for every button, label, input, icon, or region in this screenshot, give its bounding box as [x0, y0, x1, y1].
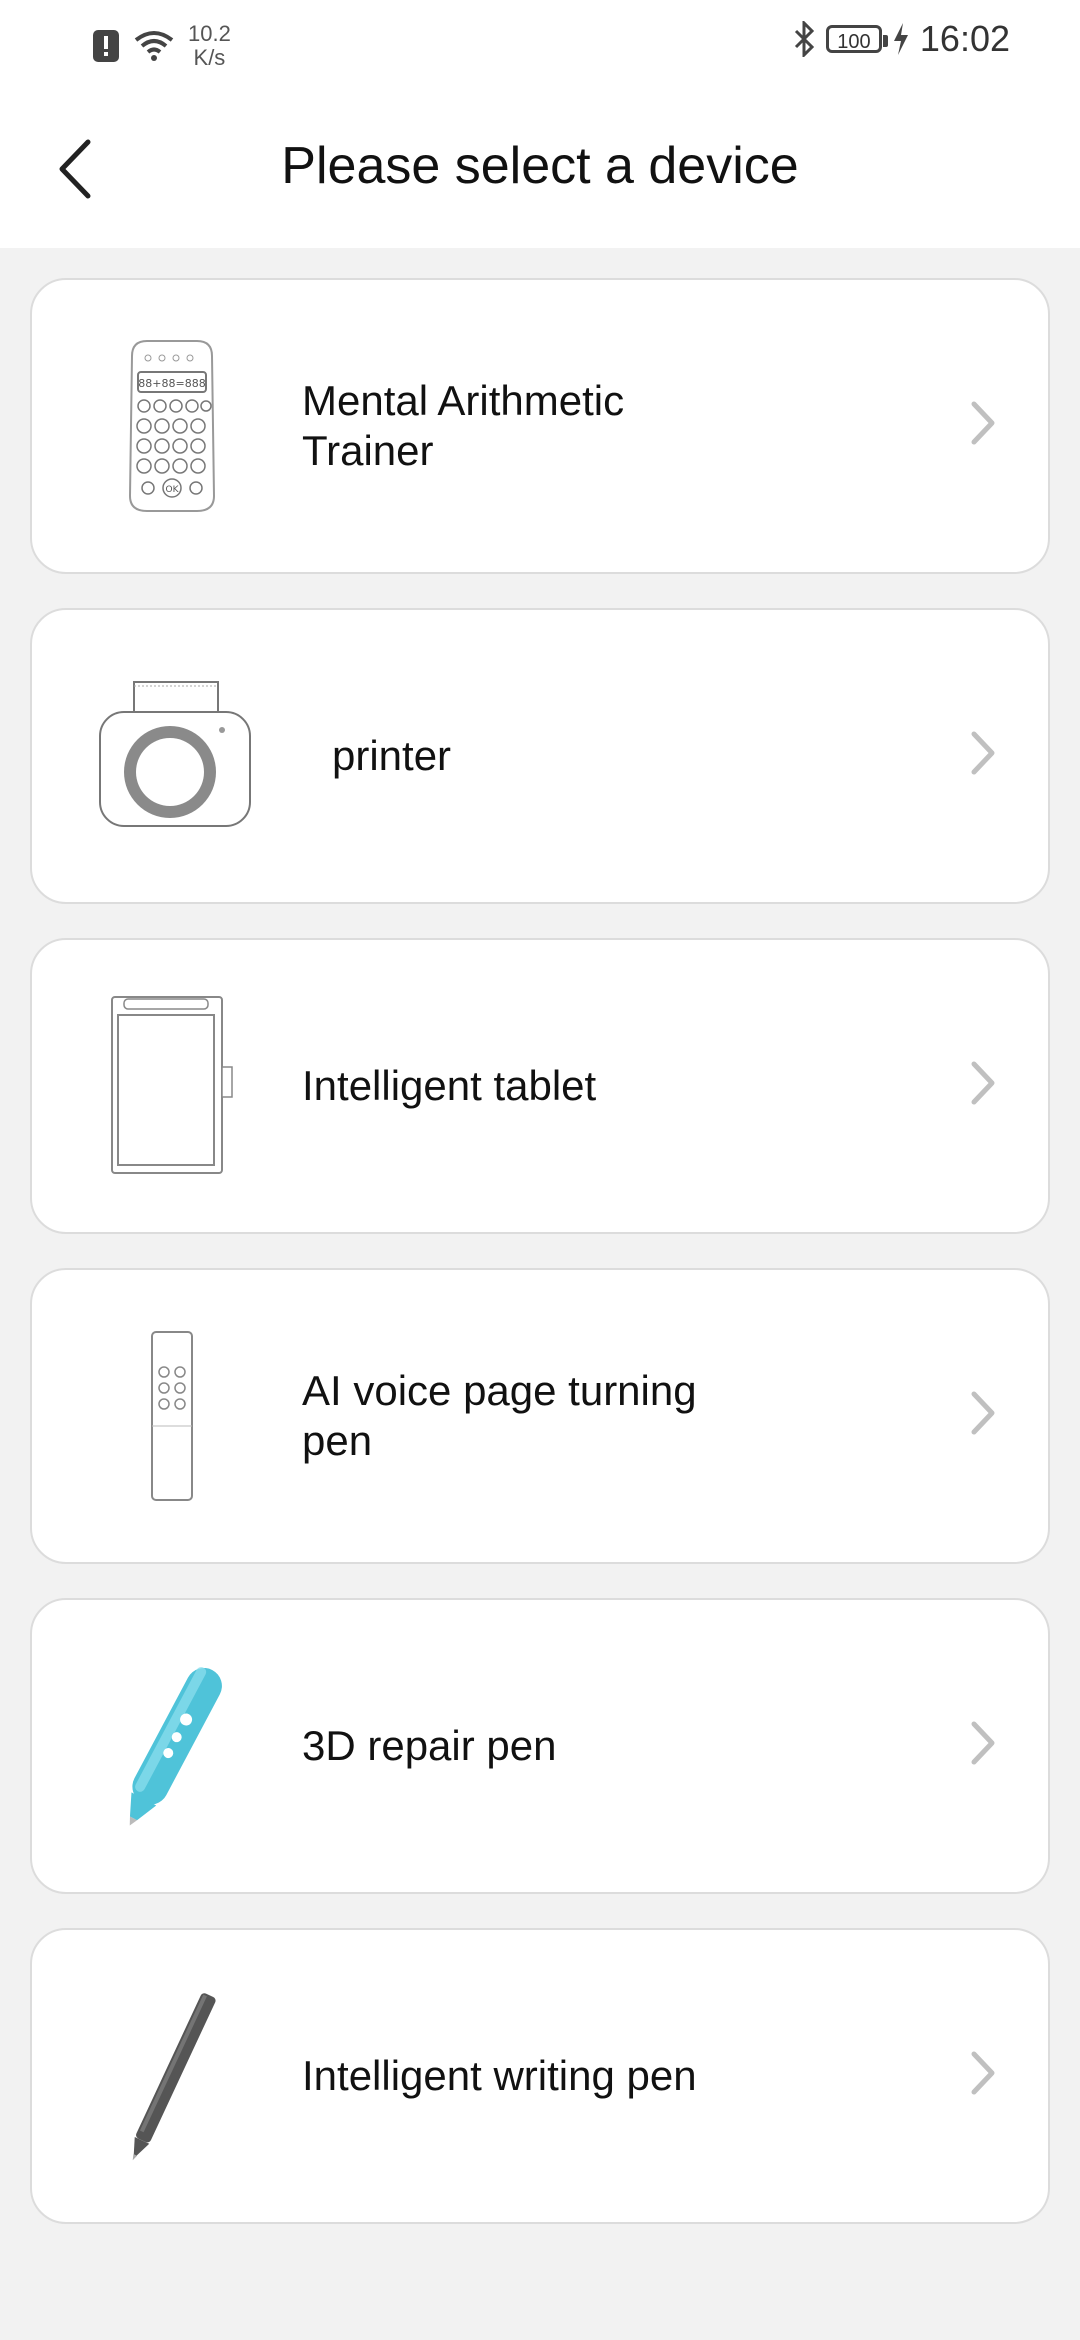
- device-label: 3D repair pen: [302, 1722, 557, 1769]
- network-speed-unit: K/s: [193, 45, 226, 70]
- status-left: 10.2 K/s: [92, 22, 231, 70]
- network-speed: 10.2 K/s: [188, 22, 231, 70]
- network-speed-value: 10.2: [188, 21, 231, 46]
- device-card-mental-arithmetic-trainer[interactable]: 88+88=888 OK Mental Arithmetic Trainer: [30, 278, 1050, 574]
- chevron-right-icon: [971, 1721, 995, 1765]
- chevron-right-icon: [971, 1391, 995, 1435]
- device-card-3d-repair-pen[interactable]: 3D repair pen: [30, 1598, 1050, 1894]
- status-right: 100 16:02: [792, 18, 1010, 60]
- device-label: Intelligent tablet: [302, 1062, 597, 1109]
- device-card-intelligent-tablet[interactable]: Intelligent tablet: [30, 938, 1050, 1234]
- charging-icon: [893, 23, 908, 55]
- device-label: Intelligent writing pen: [302, 2052, 697, 2099]
- chevron-right-icon: [971, 1061, 995, 1105]
- device-card-printer[interactable]: printer: [30, 608, 1050, 904]
- writing-pen-device-icon: [72, 1978, 272, 2174]
- alert-icon: [93, 30, 119, 62]
- svg-text:OK: OK: [166, 485, 180, 495]
- page-title: Please select a device: [281, 137, 799, 195]
- status-bar: 10.2 K/s 100 16:02: [0, 0, 1080, 84]
- svg-text:88+88=888: 88+88=888: [138, 377, 205, 390]
- device-card-ai-voice-page-turning-pen[interactable]: AI voice page turning pen: [30, 1268, 1050, 1564]
- device-card-intelligent-writing-pen[interactable]: Intelligent writing pen: [30, 1928, 1050, 2224]
- bluetooth-icon: [794, 21, 815, 57]
- printer-device-icon: [72, 658, 272, 854]
- 3d-pen-device-icon: [72, 1648, 272, 1844]
- wifi-icon: [134, 31, 174, 61]
- device-label: AI voice page turning pen: [302, 1367, 697, 1464]
- chevron-right-icon: [971, 2051, 995, 2095]
- chevron-right-icon: [971, 401, 995, 445]
- device-label: printer: [332, 732, 452, 779]
- chevron-right-icon: [971, 731, 995, 775]
- clock: 16:02: [919, 18, 1010, 59]
- device-label: Mental Arithmetic Trainer: [302, 377, 625, 474]
- header: Please select a device: [0, 84, 1080, 248]
- device-list: 88+88=888 OK Mental Arithmetic Trainer p…: [30, 278, 1050, 2258]
- battery-indicator: 100: [825, 25, 888, 53]
- calculator-device-icon: 88+88=888 OK: [72, 328, 272, 524]
- voice-pen-device-icon: [72, 1318, 272, 1514]
- tablet-device-icon: [72, 988, 272, 1184]
